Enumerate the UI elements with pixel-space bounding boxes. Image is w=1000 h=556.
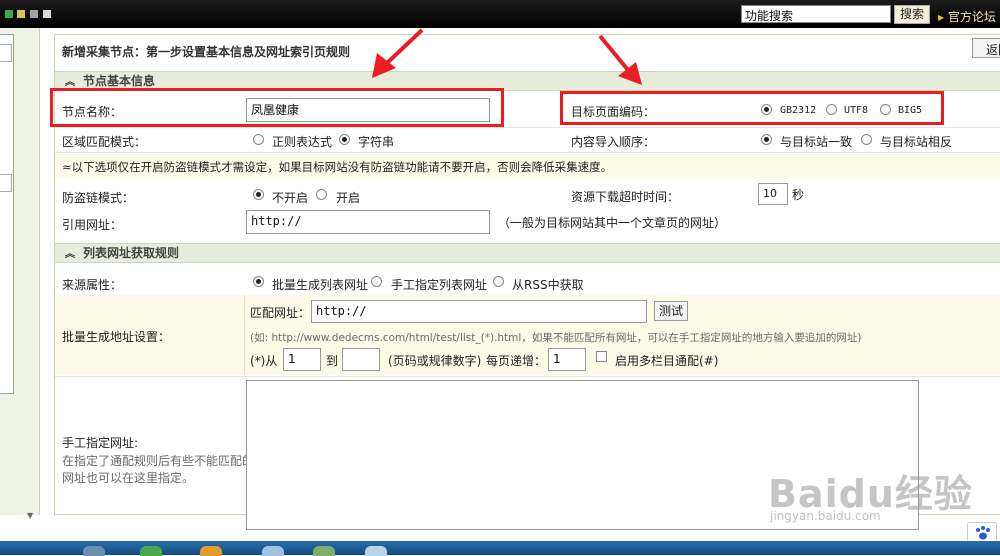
baidu-paw-icon[interactable] — [967, 522, 997, 542]
watermark-url: jingyan.baidu.com — [770, 509, 881, 523]
annotation-arrow-right-icon — [598, 34, 642, 85]
annotation-arrow-left-icon — [372, 28, 424, 78]
